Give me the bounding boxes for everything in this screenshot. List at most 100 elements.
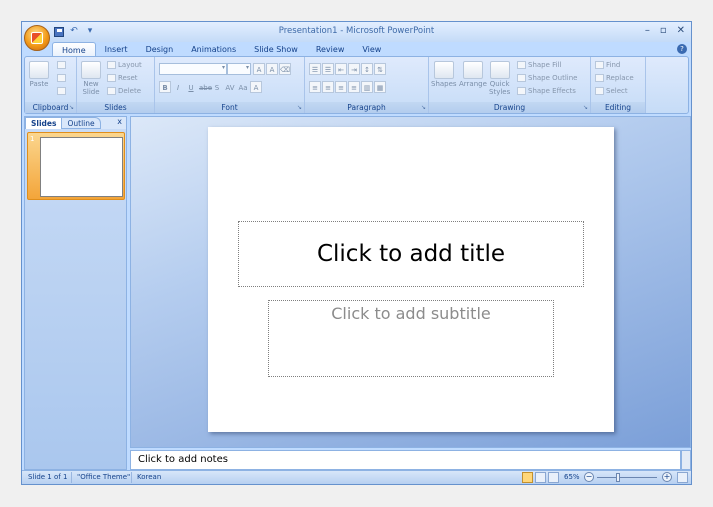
- slide-indicator: Slide 1 of 1: [28, 473, 68, 481]
- notes-pane[interactable]: Click to add notes: [130, 450, 681, 470]
- shrink-font-button[interactable]: A: [266, 63, 278, 75]
- tab-home[interactable]: Home: [52, 42, 96, 57]
- normal-view-button[interactable]: [522, 472, 533, 483]
- justify-icon[interactable]: ≡: [348, 81, 360, 93]
- zoom-out-button[interactable]: −: [584, 472, 594, 482]
- slide-canvas[interactable]: Click to add title Click to add subtitle: [208, 127, 614, 432]
- bullets-icon[interactable]: ☰: [309, 63, 321, 75]
- replace-icon: [595, 74, 604, 82]
- list-buttons: ☰ ☰ ⇤ ⇥ ↕ ⇅: [309, 63, 386, 75]
- clipboard-group: Paste Clipboard ↘: [25, 57, 77, 113]
- tab-review[interactable]: Review: [307, 42, 354, 57]
- line-spacing-icon[interactable]: ↕: [361, 63, 373, 75]
- align-left-icon[interactable]: ≡: [309, 81, 321, 93]
- delete-button[interactable]: Delete: [107, 87, 141, 95]
- shape-fill-button[interactable]: Shape Fill: [517, 61, 562, 69]
- shape-outline-button[interactable]: Shape Outline: [517, 74, 577, 82]
- text-direction-icon[interactable]: ⇅: [374, 63, 386, 75]
- underline-button[interactable]: U: [185, 81, 197, 93]
- font-name-dropdown-icon: ▾: [221, 64, 225, 71]
- help-icon[interactable]: ?: [677, 44, 687, 54]
- close-button[interactable]: ✕: [677, 25, 685, 36]
- shape-effects-button[interactable]: Shape Effects: [517, 87, 576, 95]
- new-slide-icon: [81, 61, 101, 79]
- find-icon: [595, 61, 604, 69]
- font-launcher-icon[interactable]: ↘: [297, 104, 302, 111]
- columns-icon[interactable]: ▥: [361, 81, 373, 93]
- tab-slides[interactable]: Slides: [25, 117, 63, 129]
- minimize-button[interactable]: –: [645, 25, 650, 36]
- slide-thumbnail-number: 1: [30, 135, 35, 143]
- save-icon[interactable]: [54, 26, 64, 37]
- slide-show-view-button[interactable]: [548, 472, 559, 483]
- status-separator: [71, 472, 72, 483]
- qat-dropdown-icon[interactable]: ▾: [84, 26, 96, 37]
- paste-button[interactable]: Paste: [29, 61, 49, 88]
- notes-scrollbar[interactable]: [681, 450, 691, 470]
- office-button[interactable]: [24, 25, 50, 51]
- language-indicator[interactable]: Korean: [137, 473, 161, 481]
- new-slide-button[interactable]: New Slide: [81, 61, 101, 96]
- font-size-buttons: A A ⌫: [253, 63, 291, 75]
- undo-icon[interactable]: ↶: [68, 26, 80, 37]
- quick-styles-button[interactable]: Quick Styles: [489, 61, 510, 96]
- tab-insert[interactable]: Insert: [96, 42, 137, 57]
- cut-button[interactable]: [57, 61, 68, 69]
- grow-font-button[interactable]: A: [253, 63, 265, 75]
- tab-animations[interactable]: Animations: [182, 42, 245, 57]
- tab-view[interactable]: View: [353, 42, 390, 57]
- font-name-combo[interactable]: ▾: [159, 63, 227, 75]
- align-center-icon[interactable]: ≡: [322, 81, 334, 93]
- align-right-icon[interactable]: ≡: [335, 81, 347, 93]
- replace-button[interactable]: Replace: [595, 74, 634, 82]
- slide-sorter-view-button[interactable]: [535, 472, 546, 483]
- window-title: Presentation1 - Microsoft PowerPoint: [278, 26, 435, 36]
- drawing-group: Shapes Arrange Quick Styles Shape Fill S…: [429, 57, 591, 113]
- select-button[interactable]: Select: [595, 87, 628, 95]
- format-painter-button[interactable]: [57, 87, 68, 95]
- copy-button[interactable]: [57, 74, 68, 82]
- theme-name: "Office Theme": [77, 473, 131, 481]
- slides-label: Slides: [77, 102, 154, 113]
- zoom-in-button[interactable]: +: [662, 472, 672, 482]
- font-group: ▾ ▾ A A ⌫ B I U abe S AV Aa A Font ↘: [155, 57, 305, 113]
- clear-format-button[interactable]: ⌫: [279, 63, 291, 75]
- increase-indent-icon[interactable]: ⇥: [348, 63, 360, 75]
- restore-button[interactable]: ▫: [660, 25, 667, 36]
- character-spacing-button[interactable]: AV: [224, 81, 236, 93]
- slides-pane: Slides Outline x 1: [24, 116, 127, 470]
- tab-slide-show[interactable]: Slide Show: [245, 42, 307, 57]
- slide-thumbnail-item[interactable]: 1: [27, 132, 125, 200]
- bold-button[interactable]: B: [159, 81, 171, 93]
- font-color-button[interactable]: A: [250, 81, 262, 93]
- font-size-combo[interactable]: ▾: [227, 63, 251, 75]
- delete-icon: [107, 87, 116, 95]
- clipboard-launcher-icon[interactable]: ↘: [69, 104, 74, 111]
- italic-button[interactable]: I: [172, 81, 184, 93]
- subtitle-placeholder[interactable]: Click to add subtitle: [268, 300, 554, 377]
- status-separator: [131, 472, 132, 483]
- layout-button[interactable]: Layout: [107, 61, 142, 69]
- fit-to-window-button[interactable]: [677, 472, 688, 483]
- reset-button[interactable]: Reset: [107, 74, 138, 82]
- zoom-level[interactable]: 65%: [564, 473, 580, 481]
- drawing-launcher-icon[interactable]: ↘: [583, 104, 588, 111]
- decrease-indent-icon[interactable]: ⇤: [335, 63, 347, 75]
- find-button[interactable]: Find: [595, 61, 620, 69]
- change-case-button[interactable]: Aa: [237, 81, 249, 93]
- paragraph-launcher-icon[interactable]: ↘: [421, 104, 426, 111]
- shapes-button[interactable]: Shapes: [431, 61, 457, 88]
- paragraph-label: Paragraph: [305, 102, 428, 113]
- shadow-button[interactable]: S: [211, 81, 223, 93]
- title-placeholder[interactable]: Click to add title: [238, 221, 584, 287]
- zoom-slider-track[interactable]: [597, 477, 657, 478]
- copy-icon: [57, 74, 66, 82]
- strikethrough-button[interactable]: abe: [198, 81, 212, 93]
- tab-design[interactable]: Design: [137, 42, 183, 57]
- zoom-slider-handle[interactable]: [616, 473, 620, 482]
- close-pane-icon[interactable]: x: [117, 117, 122, 126]
- smartart-icon[interactable]: ▦: [374, 81, 386, 93]
- arrange-button[interactable]: Arrange: [459, 61, 487, 88]
- tab-outline[interactable]: Outline: [62, 117, 101, 129]
- numbering-icon[interactable]: ☰: [322, 63, 334, 75]
